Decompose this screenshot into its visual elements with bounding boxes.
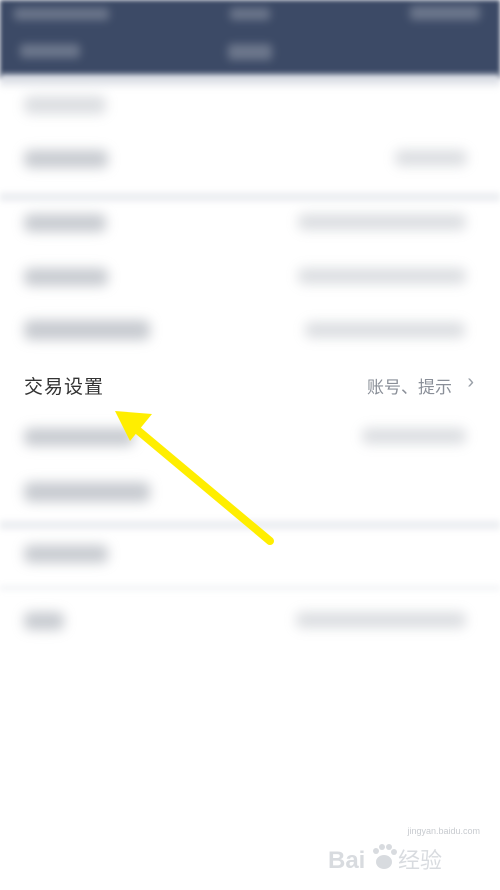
header-shadow [0,74,500,90]
chevron-right-icon: › [467,371,474,393]
section-divider [0,192,500,202]
blurred-row-value [296,612,466,628]
blurred-row-label [24,482,150,502]
blurred-header [0,0,500,78]
blurred-row-value [298,268,466,284]
watermark-site: jingyan.baidu.com [407,826,480,836]
blurred-row-value [305,322,465,338]
blurred-row-label [24,428,134,446]
blurred-row-label [24,612,64,630]
blurred-row-label [24,150,108,168]
blurred-row-value [395,150,467,166]
blurred-row-value [362,428,466,444]
blurred-row-value [298,214,466,230]
baidu-watermark: jingyan.baidu.com Bai 经验 [326,826,486,880]
section-divider [0,585,500,591]
paw-logo-icon: Bai 经验 [328,844,442,874]
trade-settings-row[interactable]: 交易设置 账号、提示 › [0,360,500,408]
section-divider [0,520,500,530]
blurred-row-label [24,214,106,232]
blurred-row-label [24,320,150,340]
trade-settings-label: 交易设置 [24,377,105,398]
blurred-row-label [24,268,108,286]
settings-screen: 交易设置 账号、提示 › jingyan.baidu.com Bai 经验 [0,0,500,890]
svg-text:经验: 经验 [398,849,442,874]
blurred-row-label [24,545,108,563]
trade-settings-value: 账号、提示 [367,378,452,397]
svg-text:Bai: Bai [328,847,365,874]
blurred-row-label [24,96,106,114]
